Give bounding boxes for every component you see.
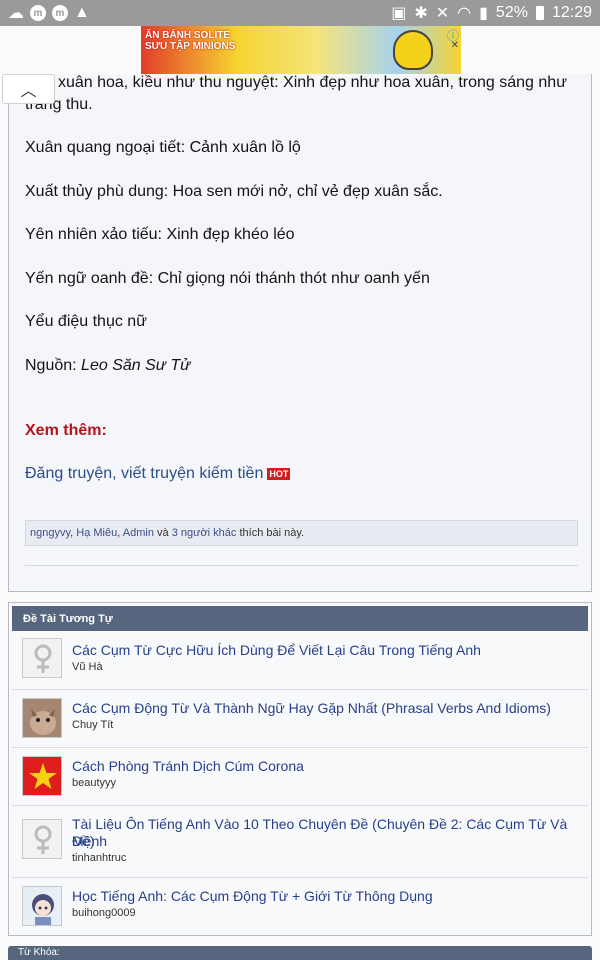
topic-author[interactable]: buihong0009 [72,907,136,919]
wifi-icon: ◠ [457,5,472,22]
like-user[interactable]: Admin [123,527,154,539]
topic-title[interactable]: Các Cụm Động Từ Và Thành Ngữ Hay Gặp Nhấ… [72,700,551,717]
likes-and: và [153,527,172,539]
topic-title[interactable]: Tài Liệu Ôn Tiếng Anh Vào 10 Theo Chuyên… [72,816,588,850]
post-line: Yểu điệu thục nữ [25,313,147,330]
cast-icon: ▣ [391,5,407,22]
topic-title[interactable]: Cách Phòng Tránh Dịch Cúm Corona [72,758,304,775]
topic-title[interactable]: Các Cụm Từ Cực Hữu Ích Dùng Để Viết Lại … [72,642,481,659]
minion-image [393,30,433,70]
ad-text-line1: ĂN BÁNH SOLITE [145,30,230,41]
likes-others-link[interactable]: 3 người khác [172,527,237,539]
like-user[interactable]: Hạ Miêu [76,527,117,539]
female-symbol-icon[interactable] [22,819,62,859]
bluetooth-icon: ✱ [414,5,428,22]
topic-title[interactable]: Học Tiếng Anh: Các Cụm Động Từ + Giới Từ… [72,888,433,905]
like-user[interactable]: ngngyvy [30,527,70,539]
post-line: Xuân quang ngoại tiết: Cảnh xuân lồ lộ [25,139,301,156]
cat-photo[interactable] [22,698,62,738]
post-content: như xuân hoa, kiều như thu nguyệt: Xinh … [8,74,592,592]
list-item[interactable]: Các Cụm Động Từ Và Thành Ngữ Hay Gặp Nhấ… [12,690,588,748]
topic-author[interactable]: Chuy Tít [72,719,113,731]
post-line: Yến ngữ oanh đề: Chỉ giọng nói thánh thó… [25,270,430,287]
source-value: Leo Săn Sư Tử [81,357,191,374]
source-label: Nguồn: [25,357,82,374]
promo-link-line[interactable]: Đăng truyện, viết truyện kiếm tiền HOT [25,465,291,483]
chevron-up-icon: ︿ [20,83,37,100]
post-line: Xuất thủy phù dung: Hoa sen mới nở, chỉ … [25,183,443,200]
list-item[interactable]: Cách Phòng Tránh Dịch Cúm Corona beautyy… [12,748,588,806]
messenger-icon: m [30,5,46,21]
tags-header-label: Từ Khóa: [18,947,60,958]
similar-topics: Đề Tài Tương Tự Các Cụm Từ Cực Hữu Ích D… [8,602,592,936]
hot-badge: HOT [267,467,291,480]
status-bar: ☁ m m ▲ ▣ ✱ ✕ ◠ ▮ 52% 12:29 [0,0,600,26]
battery-icon [535,6,544,20]
likes-bar: ngngyvy, Hạ Miêu, Admin và 3 người khác … [25,520,578,546]
see-more-heading: Xem thêm: [25,422,107,439]
ad-text: ĂN BÁNH SOLITE SƯU TẬP MINIONS [145,30,235,52]
female-symbol-icon[interactable] [22,638,62,678]
topic-author[interactable]: Vũ Hà [72,661,103,673]
source-line: Nguồn: Leo Săn Sư Tử [25,357,190,375]
close-icon[interactable]: ✕ [451,40,459,51]
battery-percent: 52% [495,4,528,21]
ad-text-line2: SƯU TẬP MINIONS [145,41,236,52]
cloud-icon: ☁ [8,5,24,22]
scroll-top-button[interactable]: ︿ [2,74,55,104]
star-flag-icon[interactable] [22,756,62,796]
post-line: như xuân hoa, kiều như thu nguyệt: Xinh … [25,74,567,91]
topic-author[interactable]: beautyyy [72,777,116,789]
list-item[interactable]: Các Cụm Từ Cực Hữu Ích Dùng Để Viết Lại … [12,632,588,690]
clock: 12:29 [551,4,592,21]
messenger-icon-2: m [52,5,68,21]
promo-link[interactable]: Đăng truyện, viết truyện kiếm tiền [25,465,263,482]
topic-author[interactable]: tinhanhtruc [72,852,126,864]
mute-icon: ✕ [435,5,450,22]
ad-banner[interactable]: ĂN BÁNH SOLITE SƯU TẬP MINIONS ⓘ ✕ [141,26,461,74]
similar-topics-header: Đề Tài Tương Tự [12,606,588,631]
list-item[interactable]: Tài Liệu Ôn Tiếng Anh Vào 10 Theo Chuyên… [12,806,588,878]
likes-suffix: thích bài này. [236,527,305,539]
tags-header: Từ Khóa: [8,946,592,960]
list-item[interactable]: Học Tiếng Anh: Các Cụm Động Từ + Giới Từ… [12,878,588,934]
warning-icon: ▲ [74,4,90,21]
signal-icon: ▮ [479,5,488,22]
divider [25,565,578,566]
post-line: Yên nhiên xảo tiếu: Xinh đẹp khéo léo [25,226,295,243]
anime-avatar[interactable] [22,886,62,926]
topic-title-cont[interactable]: Đề) [72,833,95,850]
